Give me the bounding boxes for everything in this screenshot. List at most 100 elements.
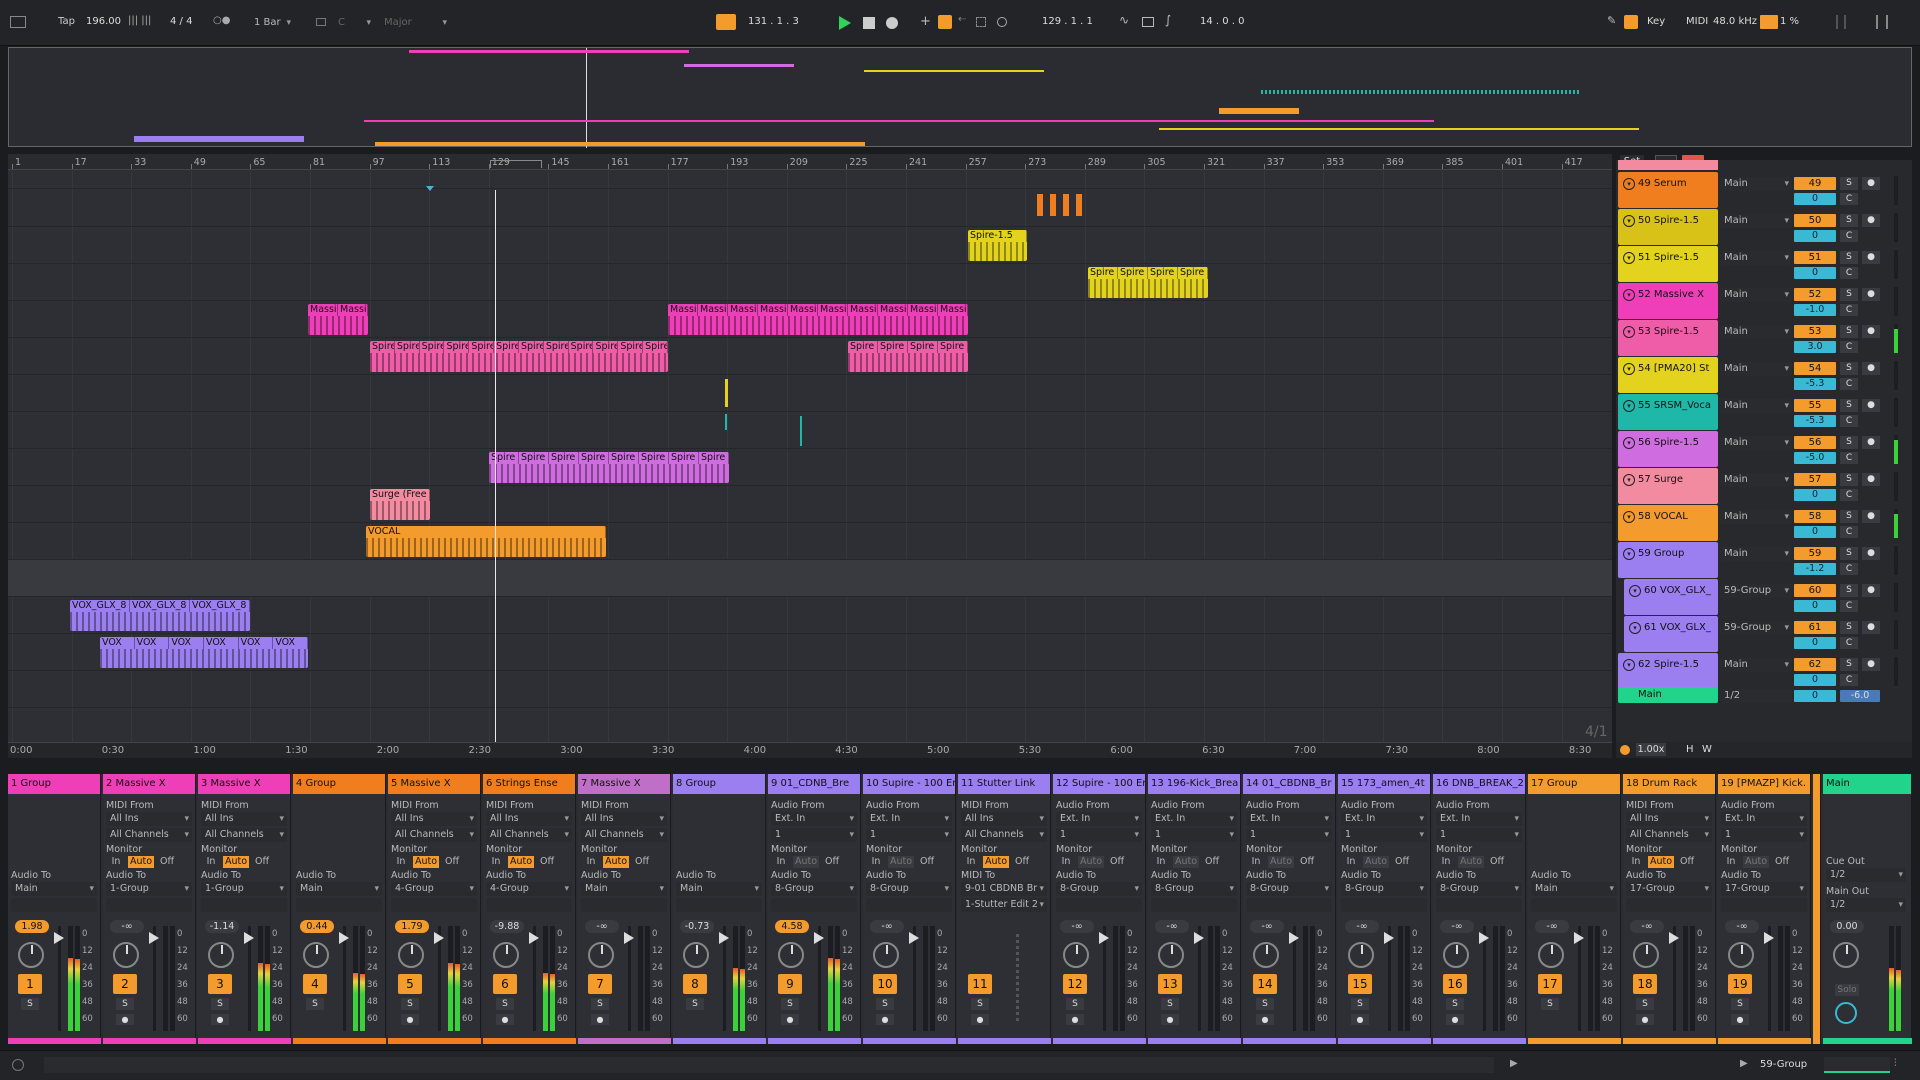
volume-readout[interactable]: 1.98: [15, 920, 49, 933]
track-activator[interactable]: 52: [1794, 288, 1836, 301]
track-activator[interactable]: 53: [1794, 325, 1836, 338]
arrangement-lane[interactable]: [8, 227, 1612, 264]
pan-button[interactable]: C: [1840, 563, 1858, 575]
output-channel-select[interactable]: 1-Stutter Edit 2: [961, 898, 1047, 912]
clip-massive-x-b[interactable]: Massi Massi Massi Massi Massi Massi Massi Massi…: [668, 304, 968, 335]
track-volume[interactable]: 0: [1794, 637, 1836, 649]
track-volume[interactable]: 3.0: [1794, 341, 1836, 353]
output-to-select[interactable]: 1-Group: [106, 882, 192, 896]
monitor-in-button[interactable]: In: [486, 856, 506, 868]
arm-button-icon[interactable]: ●: [876, 1014, 894, 1025]
strip-title[interactable]: 9 01_CDNB_Bre: [768, 774, 860, 794]
input-type-select[interactable]: Ext. In: [771, 812, 857, 826]
main-out-select[interactable]: 1/2: [1826, 898, 1906, 912]
scroll-right-icon[interactable]: ▶: [1510, 1058, 1518, 1069]
volume-readout[interactable]: 1.79: [395, 920, 429, 933]
track-name-slot[interactable]: ▾ 57 Surge: [1618, 468, 1718, 504]
track-output-select[interactable]: Main: [1720, 547, 1792, 561]
arm-button-icon[interactable]: ●: [116, 1014, 134, 1025]
fold-icon[interactable]: [1620, 745, 1630, 755]
loop-icon[interactable]: [1142, 17, 1154, 27]
monitor-auto-button[interactable]: Auto: [223, 856, 249, 868]
pan-button[interactable]: C: [1840, 193, 1858, 205]
track-name-slot[interactable]: ▾ 61 VOX_GLX_: [1624, 616, 1718, 652]
monitor-auto-button[interactable]: Auto: [1458, 856, 1484, 868]
monitor-auto-button[interactable]: Auto: [603, 856, 629, 868]
fader-handle[interactable]: [1764, 932, 1774, 944]
monitor-off-button[interactable]: Off: [821, 856, 843, 868]
pan-button[interactable]: C: [1840, 378, 1858, 390]
monitor-off-button[interactable]: Off: [1296, 856, 1318, 868]
volume-readout[interactable]: 4.58: [775, 920, 809, 933]
cue-out-select[interactable]: 1/2: [1826, 868, 1906, 882]
audio-to-select[interactable]: Main: [1531, 882, 1617, 896]
track-name-slot[interactable]: ▾ 49 Serum: [1618, 172, 1718, 208]
solo-button[interactable]: S: [876, 998, 894, 1010]
input-channel-select[interactable]: All Channels: [1626, 828, 1712, 842]
monitor-in-button[interactable]: In: [771, 856, 791, 868]
volume-readout[interactable]: -9.88: [490, 920, 524, 933]
fader-handle[interactable]: [1289, 932, 1299, 944]
solo-button[interactable]: S: [211, 998, 229, 1010]
solo-button[interactable]: S: [1731, 998, 1749, 1010]
volume-readout[interactable]: -0.73: [680, 920, 714, 933]
track-activator-button[interactable]: 3: [208, 974, 232, 994]
solo-button[interactable]: S: [1840, 436, 1858, 449]
monitor-in-button[interactable]: In: [106, 856, 126, 868]
solo-button[interactable]: S: [1840, 288, 1858, 301]
volume-readout[interactable]: -∞: [585, 920, 619, 933]
strip-title[interactable]: 17 Group: [1528, 774, 1620, 794]
fold-icon[interactable]: ▾: [1623, 363, 1635, 375]
monitor-in-button[interactable]: In: [1056, 856, 1076, 868]
pan-knob[interactable]: [1443, 942, 1469, 968]
track-output-select[interactable]: Main: [1720, 214, 1792, 228]
solo-button[interactable]: S: [1840, 621, 1858, 634]
fader-handle[interactable]: [54, 932, 64, 944]
track-activator[interactable]: 50: [1794, 214, 1836, 227]
pan-knob[interactable]: [1538, 942, 1564, 968]
pan-button[interactable]: C: [1840, 526, 1858, 538]
input-type-select[interactable]: All Ins: [486, 812, 572, 826]
back-to-arrangement-icon[interactable]: ⇠: [958, 14, 966, 25]
input-type-select[interactable]: Ext. In: [1056, 812, 1142, 826]
master-title[interactable]: Main: [1823, 774, 1911, 794]
punch-out-icon[interactable]: ∫: [1165, 13, 1171, 27]
arrangement-lane[interactable]: [8, 412, 1612, 449]
volume-readout[interactable]: -∞: [1725, 920, 1759, 933]
strip-title[interactable]: 12 Supire - 100 En: [1053, 774, 1145, 794]
input-channel-select[interactable]: 1: [1246, 828, 1332, 842]
monitor-auto-button[interactable]: Auto: [983, 856, 1009, 868]
solo-button[interactable]: S: [1636, 998, 1654, 1010]
track-activator-button[interactable]: 6: [493, 974, 517, 994]
pan-knob[interactable]: [113, 942, 139, 968]
fader-handle[interactable]: [1194, 932, 1204, 944]
fold-icon[interactable]: ▾: [1629, 585, 1641, 597]
monitor-auto-button[interactable]: Auto: [508, 856, 534, 868]
solo-button[interactable]: S: [1840, 658, 1858, 671]
solo-button[interactable]: S: [1840, 510, 1858, 523]
solo-button[interactable]: S: [1840, 547, 1858, 560]
strip-title[interactable]: 18 Drum Rack: [1623, 774, 1715, 794]
solo-button[interactable]: S: [401, 998, 419, 1010]
track-output-select[interactable]: Main: [1720, 288, 1792, 302]
pan-knob[interactable]: [1158, 942, 1184, 968]
clip-vox-glx[interactable]: VOX_GLX_8 VOX_GLX_8 VOX_GLX_8: [70, 600, 250, 631]
fader-handle[interactable]: [1574, 932, 1584, 944]
solo-button[interactable]: S: [1351, 998, 1369, 1010]
track-volume[interactable]: -1.2: [1794, 563, 1836, 575]
monitor-in-button[interactable]: In: [866, 856, 886, 868]
track-volume[interactable]: 0: [1794, 193, 1836, 205]
follow-icon[interactable]: ○●: [213, 15, 230, 26]
input-channel-select[interactable]: 1: [771, 828, 857, 842]
track-activator-button[interactable]: 17: [1538, 974, 1562, 994]
audio-to-select[interactable]: Main: [296, 882, 382, 896]
input-type-select[interactable]: Ext. In: [1436, 812, 1522, 826]
input-type-select[interactable]: Ext. In: [1721, 812, 1807, 826]
fader-handle[interactable]: [149, 932, 159, 944]
strip-title[interactable]: 15 173_amen_4t: [1338, 774, 1430, 794]
strip-title[interactable]: 7 Massive X: [578, 774, 670, 794]
volume-readout[interactable]: -∞: [1345, 920, 1379, 933]
input-channel-select[interactable]: 1: [1721, 828, 1807, 842]
track-activator-button[interactable]: 13: [1158, 974, 1182, 994]
clip-vocal[interactable]: VOCAL: [366, 526, 606, 557]
